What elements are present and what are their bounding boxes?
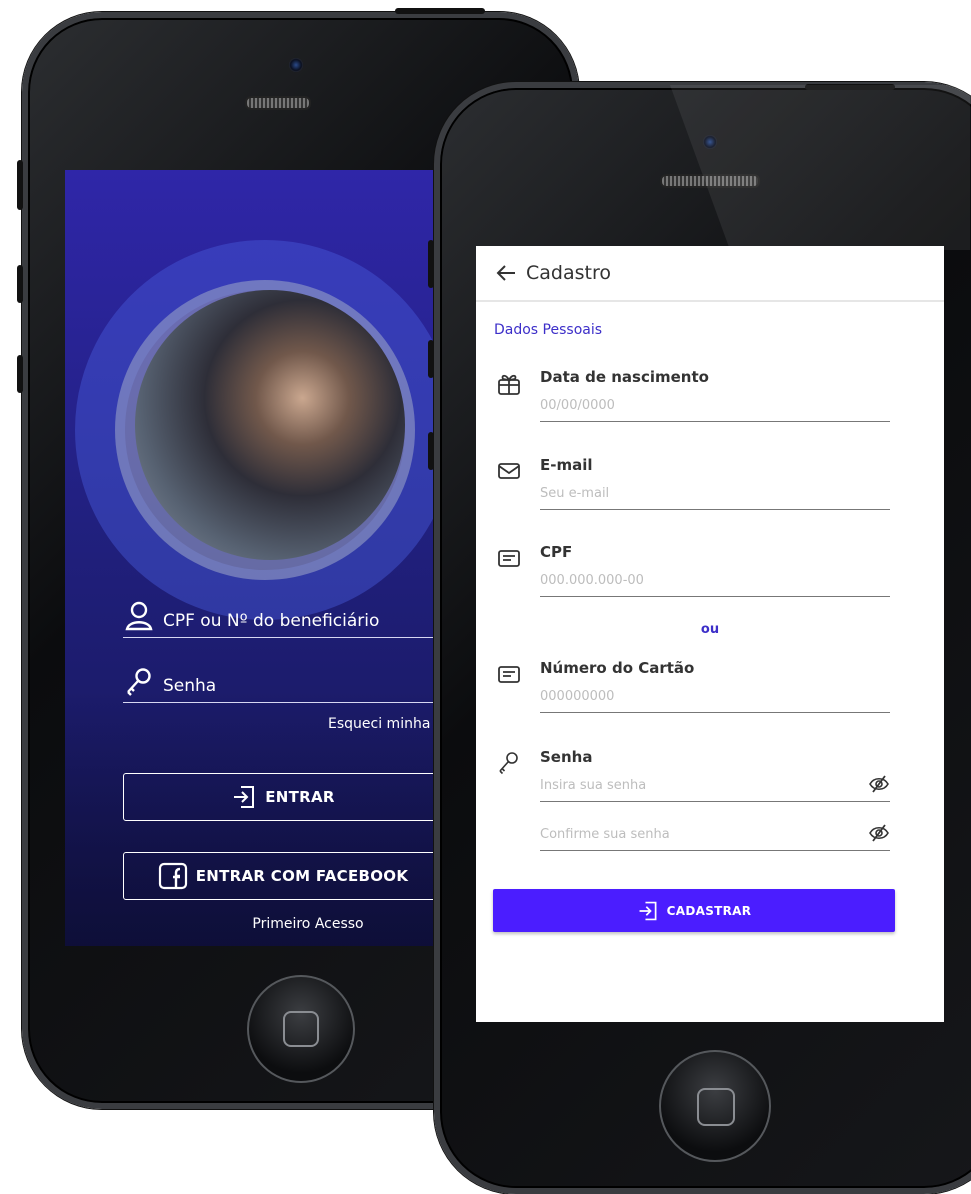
page-title: Cadastro bbox=[526, 262, 611, 284]
confirm-password-input[interactable]: Confirme sua senha bbox=[540, 824, 890, 851]
facebook-icon bbox=[158, 862, 187, 890]
side-button bbox=[17, 265, 23, 303]
side-button bbox=[17, 160, 23, 210]
side-button bbox=[428, 432, 434, 470]
app-bar: Cadastro bbox=[476, 246, 944, 302]
card-number-label: Número do Cartão bbox=[540, 659, 695, 677]
cpf-field: CPF 000.000.000-00 bbox=[496, 543, 892, 599]
confirm-password-field: Confirme sua senha bbox=[496, 797, 892, 853]
side-button bbox=[17, 355, 23, 393]
password-placeholder: Senha bbox=[163, 676, 217, 696]
facebook-login-button[interactable]: ENTRAR COM FACEBOOK bbox=[123, 852, 443, 900]
birth-date-label: Data de nascimento bbox=[540, 368, 709, 386]
email-input[interactable]: Seu e-mail bbox=[540, 486, 890, 510]
login-screen bbox=[65, 170, 465, 946]
camera-lens bbox=[289, 58, 303, 72]
section-title: Dados Pessoais bbox=[494, 322, 603, 338]
card-number-input[interactable]: 000000000 bbox=[540, 689, 890, 713]
eye-off-icon[interactable] bbox=[868, 823, 890, 843]
signup-screen: Cadastro Dados Pessoais Data de nascimen… bbox=[476, 246, 944, 1022]
speaker-grille bbox=[660, 174, 760, 188]
gift-icon bbox=[498, 374, 520, 395]
back-arrow-icon[interactable] bbox=[496, 264, 516, 282]
top-button bbox=[805, 84, 895, 90]
password-input[interactable]: Senha bbox=[123, 663, 443, 703]
cpf-label: CPF bbox=[540, 543, 573, 561]
side-button bbox=[428, 340, 434, 378]
cpf-input[interactable]: CPF ou Nº do beneficiário bbox=[123, 598, 443, 638]
id-card-icon bbox=[498, 550, 520, 567]
home-button[interactable] bbox=[247, 975, 355, 1083]
mail-icon bbox=[498, 463, 520, 479]
login-icon bbox=[639, 901, 657, 920]
card-number-field: Número do Cartão 000000000 bbox=[496, 659, 892, 715]
card-icon bbox=[498, 666, 520, 683]
login-icon bbox=[234, 786, 255, 808]
enter-button[interactable]: ENTRAR bbox=[123, 773, 443, 821]
cpf-signup-input[interactable]: 000.000.000-00 bbox=[540, 573, 890, 597]
home-button[interactable] bbox=[659, 1050, 771, 1162]
camera-lens bbox=[703, 135, 717, 149]
speaker-grille bbox=[245, 96, 311, 110]
profile-photo bbox=[135, 290, 405, 560]
top-button bbox=[395, 8, 485, 14]
register-button[interactable]: CADASTRAR bbox=[493, 889, 895, 932]
password-field: Senha Insira sua senha bbox=[496, 748, 892, 804]
cpf-placeholder: CPF ou Nº do beneficiário bbox=[163, 611, 380, 631]
or-separator: ou bbox=[700, 622, 720, 637]
email-label: E-mail bbox=[540, 456, 593, 474]
password-label: Senha bbox=[540, 748, 593, 766]
email-field: E-mail Seu e-mail bbox=[496, 456, 892, 512]
user-icon bbox=[125, 601, 153, 631]
key-icon bbox=[127, 668, 151, 696]
key-icon bbox=[499, 752, 518, 775]
forgot-password-link[interactable]: Esqueci minha senha bbox=[328, 716, 435, 738]
eye-off-icon[interactable] bbox=[868, 774, 890, 794]
side-button bbox=[428, 240, 434, 288]
birth-date-input[interactable]: 00/00/0000 bbox=[540, 398, 890, 422]
birth-date-field: Data de nascimento 00/00/0000 bbox=[496, 368, 892, 424]
